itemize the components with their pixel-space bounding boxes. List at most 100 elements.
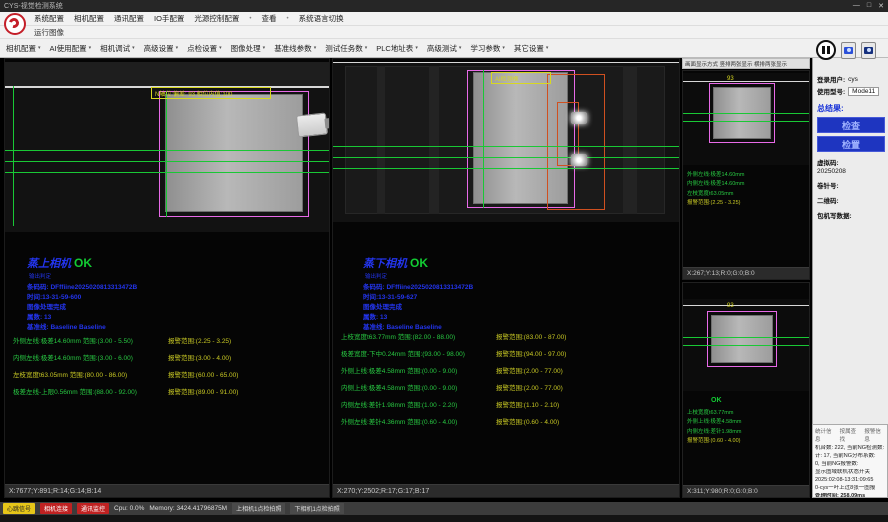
barcode-line: 条码码: DFffiine2025020813313472B (363, 283, 473, 293)
maximize-button[interactable]: □ (867, 2, 871, 10)
menu-item-system-config[interactable]: 系统配置 (34, 13, 64, 24)
user-value: cys (848, 76, 858, 83)
measurement-row: 内侧左线:差针1.98mm 范围:(1.00 - 2.20)报警范围:(1.10… (341, 399, 675, 409)
heartbeat-status-badge: 心跳信号 (3, 503, 35, 514)
measurement-row: 左枝宽度t63.05mm 范围:(80.00 - 86.00)报警范围:(60.… (13, 369, 325, 379)
alarm-range: 报警范围:(94.00 - 97.00) (496, 348, 566, 358)
pause-icon (827, 46, 830, 54)
camera-image-middle[interactable]: AI检测框 (333, 62, 679, 222)
camera-view-small-top: 93 外侧左线:极差14.60mm 内侧左线:极差14.60mm 左枝宽度t63… (682, 70, 810, 280)
upper-camera-spot-check-button[interactable]: 上相机1点检拍照 (232, 503, 285, 514)
stats-tab-alarm[interactable]: 报警信息 (864, 427, 885, 443)
result-title: 蒸下相机 OK (363, 255, 473, 271)
machinery-bar (623, 66, 637, 214)
comm-monitor-badge: 通讯监控 (77, 503, 109, 514)
toolbar-baseline-params[interactable]: 基准线参数▾ (274, 43, 316, 54)
result-ok-badge: OK (74, 256, 92, 270)
pixel-coords-readout: X:311;Y:980;R:0;G:0;B:0 (683, 485, 809, 497)
stats-tab-statistics[interactable]: 统计信息 (815, 427, 836, 443)
toolbar-spot-check[interactable]: 点检设置▾ (187, 43, 222, 54)
stats-tab-search[interactable]: 按属查找 (840, 427, 861, 443)
toolbar-label: 高级设置 (144, 43, 174, 54)
toolbar-learning-params[interactable]: 学习参数▾ (470, 43, 505, 54)
menu-item-view[interactable]: 查看 (262, 13, 277, 24)
mini-line: 报警范围:(0.60 - 4.00) (687, 437, 741, 446)
measurement-rows: 上枝宽度t63.77mm 范围:(82.00 - 88.00)报警范围:(83.… (341, 331, 675, 433)
toolbar-advanced-test[interactable]: 高级测试▾ (427, 43, 462, 54)
stats-panel: 统计信息 按属查找 报警信息 机台数: 222, 当前NG检测数: 计: 17,… (812, 424, 888, 498)
model-select[interactable]: Mode11 (848, 87, 879, 96)
chevron-down-icon: ▾ (314, 45, 317, 51)
toolbar-label: 测试任务数 (325, 43, 363, 54)
toolbar-test-tasks[interactable]: 测试任务数▾ (325, 43, 367, 54)
toolbar-label: 学习参数 (470, 43, 500, 54)
measure-line (683, 113, 809, 114)
alarm-range: 报警范围:(0.60 - 4.00) (496, 416, 559, 426)
measurement-value: 外侧左线:差针4.36mm 范围:(0.60 - 4.00) (341, 416, 496, 426)
toolbar-ai-config[interactable]: AI使用配置▾ (50, 43, 92, 54)
status-bar: 心跳信号 相机连接 通讯监控 Cpu: 0.0% Memory: 3424.41… (0, 502, 888, 515)
title-bar: CYS-视觉检测系统 — □ ✕ (0, 0, 888, 12)
image-overlay-label: AI检测框 (495, 74, 519, 83)
roi-box (707, 311, 777, 367)
minimize-button[interactable]: — (853, 2, 860, 10)
measurement-value: 极差左线-上限0.56mm 范围:(88.00 - 92.00) (13, 386, 168, 396)
toolbar-advanced-settings[interactable]: 高级设置▾ (144, 43, 179, 54)
virtual-code-value: 20250208 (817, 168, 885, 175)
alarm-range: 报警范围:(2.25 - 3.25) (168, 335, 231, 345)
tab-bar: 运行图像 (0, 26, 888, 39)
machinery-bar (429, 66, 439, 214)
pause-button[interactable] (816, 40, 836, 60)
stats-line: 机台数: 222, 当前NG检测数: (815, 445, 885, 453)
tab-run-image[interactable]: 运行图像 (34, 27, 64, 38)
menu-item-io-config[interactable]: IO手配置 (154, 13, 184, 24)
machinery-bar (377, 66, 385, 214)
toolbar-camera-debug[interactable]: 相机调试▾ (100, 43, 135, 54)
toolbar-camera-config[interactable]: 相机配置▾ (6, 43, 41, 54)
camera-save-button[interactable] (861, 42, 876, 59)
measurement-row: 内侧上线:极差4.58mm 范围:(0.00 - 9.00)报警范围:(2.00… (341, 382, 675, 392)
memory-usage: Memory: 3424.41796875M (149, 505, 227, 512)
result-block: 蒸上相机 OK 输出判定 条码码: DFffiine20250208133134… (27, 255, 137, 333)
toolbar-plc-address[interactable]: PLC地址表▾ (376, 43, 418, 54)
stats-line: 0-cys一叶上过8张一图报 (815, 485, 885, 493)
menu-item-light-config[interactable]: 光源控制配置 (194, 13, 239, 24)
menu-item-camera-config[interactable]: 相机配置 (74, 13, 104, 24)
barcode-line: 条码码: DFffiine2025020813313472B (27, 283, 137, 293)
chevron-down-icon: ▾ (502, 45, 505, 51)
measure-line (5, 150, 329, 151)
camera-view-left: N轴位:偏差: 93 相位内值:100 蒸上相机 OK 输出判定 条码码: DF… (4, 58, 330, 498)
menu-bar: 系统配置 相机配置 通讯配置 IO手配置 光源控制配置 • 查看 • 系统语言切… (0, 12, 888, 26)
camera-image-small-bottom[interactable]: 93 (683, 299, 809, 391)
measurement-row: 外侧上线:极差4.58mm 范围:(0.00 - 9.00)报警范围:(2.00… (341, 365, 675, 375)
result-subtitle: 输出判定 (365, 272, 473, 280)
toolbar-image-processing[interactable]: 图像处理▾ (231, 43, 266, 54)
close-button[interactable]: ✕ (878, 2, 884, 10)
mini-line: 报警范围:(2.25 - 3.25) (687, 199, 744, 208)
alarm-range: 报警范围:(60.00 - 65.00) (168, 369, 238, 379)
menu-item-comm-config[interactable]: 通讯配置 (114, 13, 144, 24)
lower-camera-spot-check-button[interactable]: 下相机1点检拍照 (290, 503, 343, 514)
qr-code-label: 二维码: (817, 195, 885, 205)
camera-capture-button[interactable] (841, 42, 856, 59)
stats-line: 2025:02:08-13:31:09:65 (815, 477, 885, 485)
app-logo-icon (4, 13, 28, 37)
chevron-down-icon: ▾ (415, 45, 418, 51)
user-label: 登录用户: (817, 74, 845, 84)
count-line: 属数: 13 (363, 313, 473, 323)
camera-image-small-top[interactable]: 93 (683, 73, 809, 165)
camera-image-left[interactable]: N轴位:偏差: 93 相位内值:100 (5, 62, 329, 232)
display-mode-bar[interactable]: 画面显示方式 竖排两张显示 横排两张显示 (682, 58, 810, 69)
chevron-down-icon: ▾ (365, 45, 368, 51)
image-overlay-label: 93 (727, 76, 734, 82)
measure-line (683, 121, 809, 122)
processing-time: 处理时间: 258.09ms (815, 493, 885, 498)
roll-needle-label: 卷针号: (817, 180, 885, 190)
time-line: 时间:13-31-59-600 (27, 293, 137, 303)
pixel-coords-readout: X:7677;Y:891;R:14;G:14;B:14 (5, 484, 329, 497)
toolbar-other-settings[interactable]: 其它设置▾ (514, 43, 549, 54)
menu-item-language[interactable]: 系统语言切换 (299, 13, 344, 24)
connector-part (296, 112, 328, 137)
measure-line (13, 86, 14, 226)
time-line: 时间:13-31-59-627 (363, 293, 473, 303)
